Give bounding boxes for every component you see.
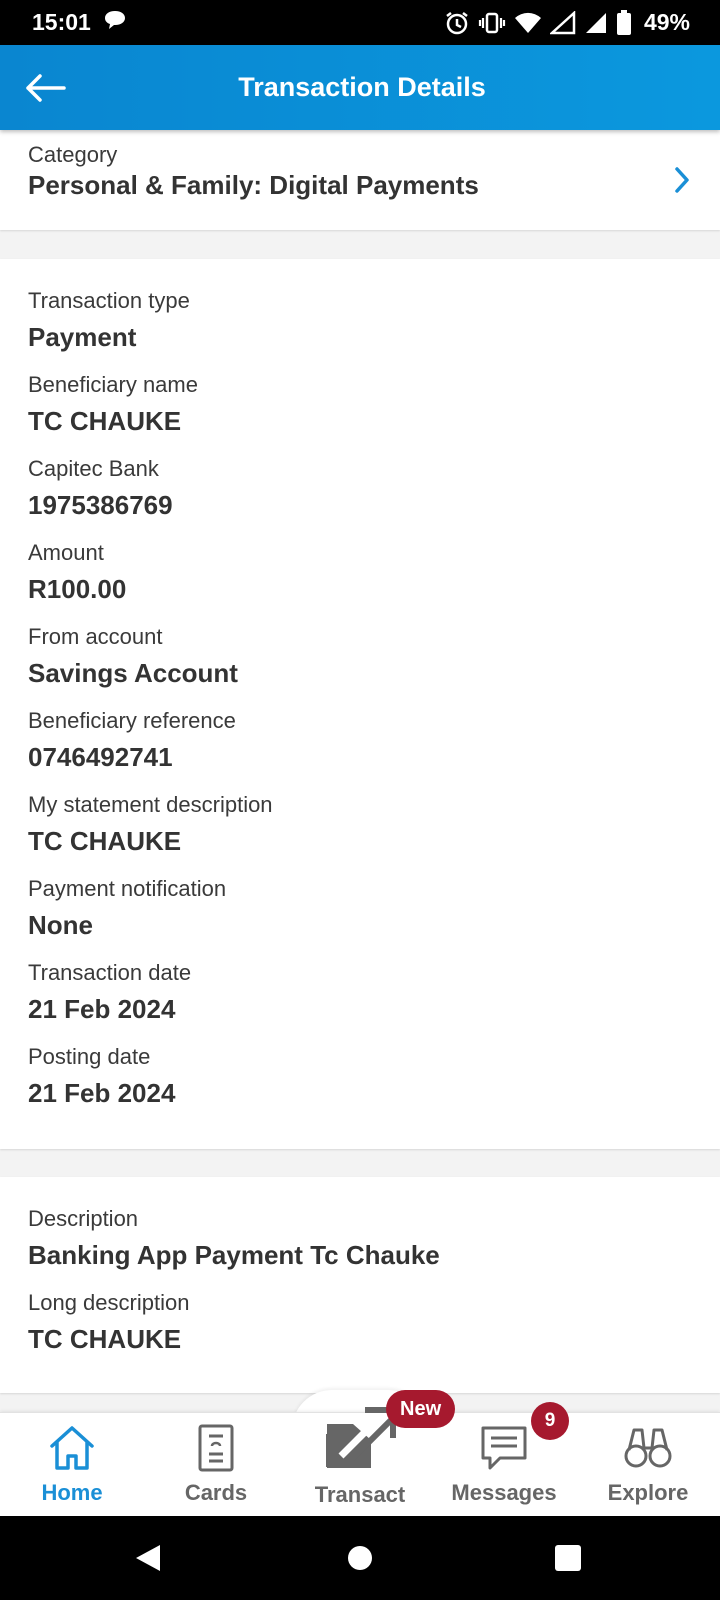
page-title: Transaction Details [238, 72, 486, 102]
field-label: Transaction date [28, 960, 192, 985]
detail-posting-date: Posting date 21 Feb 2024 [28, 1043, 175, 1109]
message-icon [481, 1426, 527, 1470]
field-label: Long description [28, 1290, 190, 1315]
status-bar: 15:01 49% [0, 0, 720, 45]
nav-label: Home [41, 1480, 103, 1505]
field-label: Description [28, 1206, 139, 1231]
vibrate-icon [478, 11, 506, 35]
field-label: Payment notification [28, 876, 227, 901]
field-value: 21 Feb 2024 [28, 1078, 176, 1108]
detail-amount: Amount R100.00 [28, 539, 126, 605]
field-label: Beneficiary reference [28, 708, 236, 733]
field-value: Banking App Payment Tc Chauke [28, 1240, 440, 1270]
detail-beneficiary-name: Beneficiary name TC CHAUKE [28, 371, 198, 437]
field-value: 0746492741 [28, 742, 173, 772]
detail-transaction-date: Transaction date 21 Feb 2024 [28, 959, 191, 1025]
detail-description: Description Banking App Payment Tc Chauk… [28, 1205, 440, 1271]
back-button[interactable] [20, 65, 70, 110]
field-label: Capitec Bank [28, 456, 159, 481]
field-value: TC CHAUKE [28, 406, 182, 436]
field-label: From account [28, 624, 163, 649]
triangle-back-icon [136, 1545, 160, 1571]
system-nav-bar [0, 1516, 720, 1600]
detail-transaction-type: Transaction type Payment [28, 287, 190, 353]
status-time: 15:01 [32, 9, 91, 35]
detail-long-description: Long description TC CHAUKE [28, 1289, 189, 1355]
battery-percent: 49% [643, 9, 690, 35]
system-recents-button[interactable] [554, 1544, 582, 1577]
signal-icon [549, 10, 576, 35]
detail-payment-notification: Payment notification None [28, 875, 226, 941]
nav-label: Messages [451, 1480, 557, 1505]
detail-statement-description: My statement description TC CHAUKE [28, 791, 273, 857]
nav-label: Cards [184, 1480, 248, 1505]
alarm-icon [444, 10, 470, 36]
detail-bank-account: Capitec Bank 1975386769 [28, 455, 173, 521]
field-value: R100.00 [28, 574, 127, 604]
messages-count-badge: 9 [531, 1402, 569, 1440]
field-label: Transaction type [28, 288, 190, 313]
field-label: Posting date [28, 1044, 151, 1069]
field-value: 1975386769 [28, 490, 173, 520]
transaction-details-card: Transaction type Payment Beneficiary nam… [0, 259, 720, 1149]
nav-label: Explore [607, 1480, 689, 1505]
category-label: Category [28, 142, 118, 167]
nav-cards[interactable]: Cards [144, 1418, 288, 1514]
signal-icon [584, 11, 608, 35]
binoculars-icon [624, 1428, 672, 1468]
system-back-button[interactable] [132, 1542, 164, 1579]
category-value: Personal & Family: Digital Payments [28, 170, 479, 200]
nav-label: Transact [314, 1482, 406, 1507]
category-row[interactable]: Category Personal & Family: Digital Paym… [0, 130, 720, 230]
system-home-button[interactable] [346, 1544, 374, 1577]
field-label: Beneficiary name [28, 372, 198, 397]
description-card: Description Banking App Payment Tc Chauk… [0, 1177, 720, 1393]
app-bar: Transaction Details [0, 45, 720, 130]
home-icon [50, 1426, 94, 1470]
chevron-right-icon [674, 166, 690, 199]
field-value: Savings Account [28, 658, 238, 688]
detail-beneficiary-reference: Beneficiary reference 0746492741 [28, 707, 236, 773]
field-value: TC CHAUKE [28, 1324, 182, 1354]
circle-home-icon [348, 1546, 372, 1570]
arrow-left-icon [26, 73, 66, 102]
nav-home[interactable]: Home [0, 1418, 144, 1514]
card-icon [198, 1424, 234, 1472]
nav-transact[interactable]: Transact [288, 1407, 432, 1514]
detail-from-account: From account Savings Account [28, 623, 238, 689]
field-label: Amount [28, 540, 104, 565]
wifi-icon [514, 11, 542, 35]
chat-bubble-icon [103, 9, 127, 37]
field-value: Payment [28, 322, 137, 352]
field-value: None [28, 910, 93, 940]
field-label: My statement description [28, 792, 273, 817]
battery-icon [616, 9, 632, 36]
square-recents-icon [555, 1545, 581, 1571]
nav-explore[interactable]: Explore [576, 1418, 720, 1514]
field-value: TC CHAUKE [28, 826, 182, 856]
field-value: 21 Feb 2024 [28, 994, 176, 1024]
